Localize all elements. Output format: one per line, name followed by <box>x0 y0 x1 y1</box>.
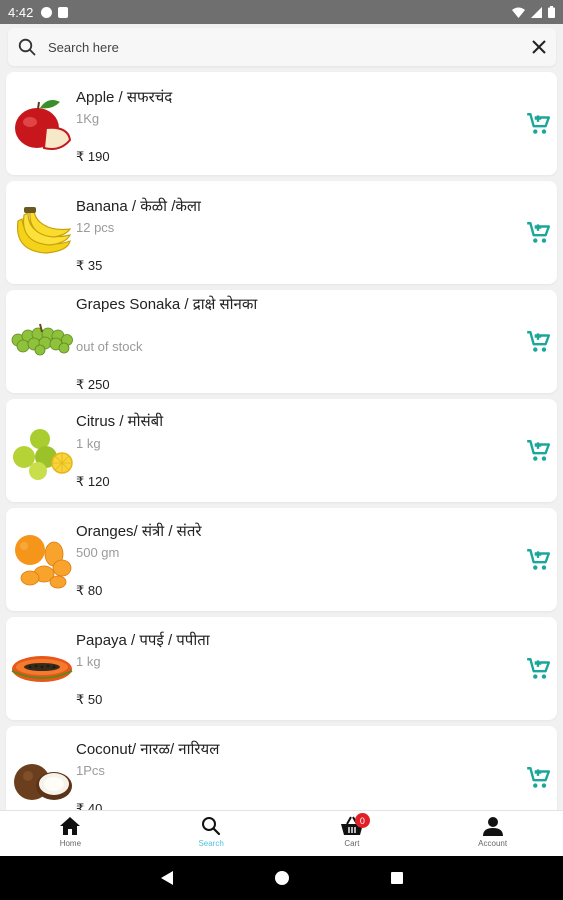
status-bar: 4:42 <box>0 0 563 24</box>
wifi-icon <box>512 7 525 18</box>
bottom-nav: Home Search 0 Cart Account <box>0 810 563 856</box>
nav-account[interactable]: Account <box>422 811 563 856</box>
papaya-image <box>11 656 73 682</box>
product-card[interactable]: Citrus / मोसंबी 1 kg ₹ 120 <box>6 399 557 502</box>
product-name: Banana / केळी /केला <box>76 198 201 215</box>
add-to-cart-icon[interactable] <box>525 656 551 682</box>
home-button-icon[interactable] <box>274 870 290 886</box>
nav-home[interactable]: Home <box>0 811 141 856</box>
nav-search[interactable]: Search <box>141 811 282 856</box>
search-icon <box>18 38 36 56</box>
recents-icon[interactable] <box>390 871 404 885</box>
coconut-image <box>14 764 72 800</box>
product-card[interactable]: Coconut/ नारळ/ नारियल 1Pcs ₹ 40 <box>6 726 557 810</box>
sd-icon <box>58 6 69 18</box>
product-price: ₹ 80 <box>76 583 103 598</box>
nav-search-label: Search <box>198 839 224 848</box>
nav-cart[interactable]: 0 Cart <box>282 811 423 856</box>
product-price: ₹ 50 <box>76 692 103 707</box>
add-to-cart-icon[interactable] <box>525 220 551 246</box>
product-qty: 1Pcs <box>76 763 105 778</box>
product-qty: 500 gm <box>76 545 120 560</box>
close-icon[interactable] <box>532 40 546 54</box>
add-to-cart-icon[interactable] <box>525 438 551 464</box>
product-card[interactable]: Papaya / पपई / पपीता 1 kg ₹ 50 <box>6 617 557 720</box>
cart-badge: 0 <box>354 813 370 828</box>
product-name: Papaya / पपई / पपीता <box>76 632 210 649</box>
back-icon[interactable] <box>160 870 174 886</box>
home-icon <box>60 817 81 835</box>
product-name: Oranges/ संत्री / संतरे <box>76 523 202 540</box>
product-card[interactable]: Grapes Sonaka / द्राक्षे सोनका out of st… <box>6 290 557 393</box>
nav-home-label: Home <box>59 839 82 848</box>
product-price: ₹ 190 <box>76 149 110 164</box>
product-name: Grapes Sonaka / द्राक्षे सोनका <box>76 296 258 313</box>
product-qty: out of stock <box>76 339 143 354</box>
signal-icon <box>531 6 542 18</box>
banana-image <box>16 207 72 254</box>
account-icon <box>482 817 503 836</box>
product-qty: 1 kg <box>76 654 101 669</box>
product-card[interactable]: Banana / केळी /केला 12 pcs ₹ 35 <box>6 181 557 284</box>
add-to-cart-icon[interactable] <box>525 765 551 791</box>
grapes-image <box>11 323 73 356</box>
apple-image <box>15 100 72 150</box>
product-card[interactable]: Oranges/ संत्री / संतरे 500 gm ₹ 80 <box>6 508 557 611</box>
product-name: Coconut/ नारळ/ नारियल <box>76 741 220 758</box>
product-name: Citrus / मोसंबी <box>76 413 164 430</box>
status-time: 4:42 <box>8 4 34 20</box>
search-bar <box>8 28 556 66</box>
product-qty: 1 kg <box>76 436 101 451</box>
add-to-cart-icon[interactable] <box>525 111 551 137</box>
product-list: Apple / सफरचंद 1Kg ₹ 190 Banana / केळी /… <box>0 70 563 810</box>
search-input[interactable] <box>48 39 532 55</box>
nav-cart-label: Cart <box>344 839 360 848</box>
product-card[interactable]: Apple / सफरचंद 1Kg ₹ 190 <box>6 72 557 175</box>
product-price: ₹ 35 <box>76 258 103 273</box>
system-nav-bar <box>0 856 563 900</box>
g-icon <box>41 6 53 18</box>
add-to-cart-icon[interactable] <box>525 329 551 355</box>
battery-icon <box>548 6 555 18</box>
product-name: Apple / सफरचंद <box>76 89 173 106</box>
search-icon <box>202 817 221 836</box>
citrus-image <box>13 429 73 480</box>
nav-account-label: Account <box>478 839 508 848</box>
product-price: ₹ 120 <box>76 474 110 489</box>
product-qty: 12 pcs <box>76 220 115 235</box>
oranges-image <box>15 535 72 589</box>
add-to-cart-icon[interactable] <box>525 547 551 573</box>
product-qty: 1Kg <box>76 111 100 126</box>
product-price: ₹ 250 <box>76 377 110 392</box>
product-price: ₹ 40 <box>76 801 103 810</box>
